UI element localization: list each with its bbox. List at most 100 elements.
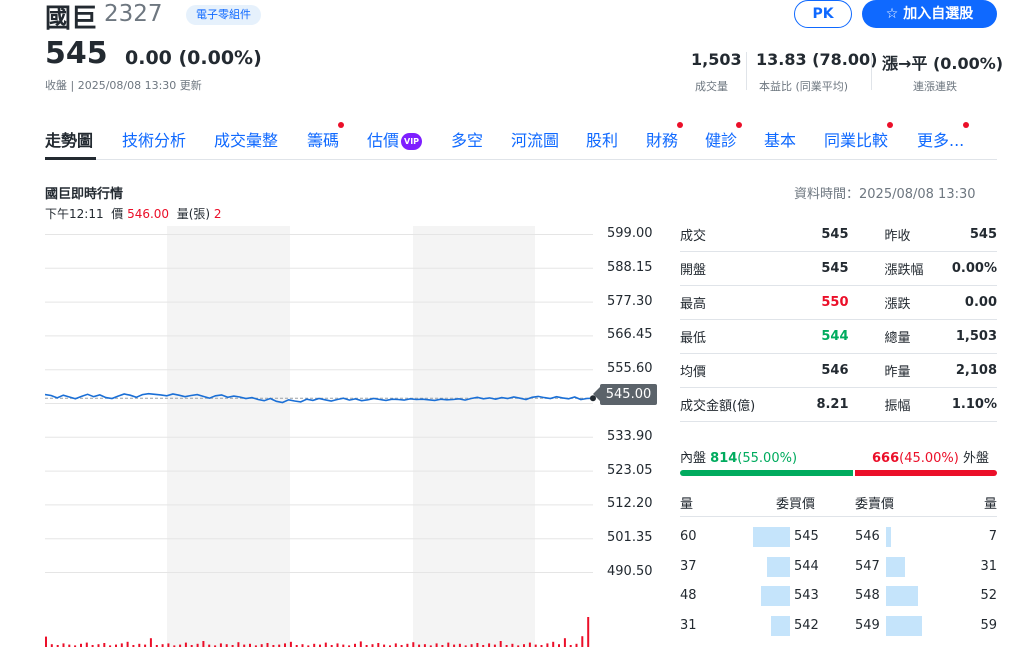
- bid-volume: 31: [680, 618, 697, 633]
- tab-health[interactable]: 健診: [705, 122, 743, 151]
- inner-pct: (55.00%): [737, 451, 798, 466]
- stat-streak-value: 漲→平 (0.00%): [882, 54, 1004, 73]
- tab-dividend[interactable]: 股利: [586, 127, 618, 151]
- section-title: 國巨即時行情: [45, 187, 124, 202]
- volume-bar: [289, 641, 292, 647]
- tab-label: 基本: [764, 131, 797, 150]
- volume-bar: [324, 642, 327, 647]
- bid-depth-bar: [753, 527, 790, 547]
- volume-bar: [552, 641, 555, 647]
- volume-bar: [62, 643, 65, 647]
- ask-volume: 52: [980, 588, 997, 603]
- price-tick: 501.35: [607, 530, 653, 546]
- quote-label: 成交金額(億): [680, 387, 777, 422]
- quote-row: 最高 550 漲跌 0.00: [680, 285, 997, 320]
- category-tag[interactable]: 電子零組件: [186, 5, 261, 25]
- ask-price[interactable]: 548: [855, 588, 880, 603]
- price-tick: 577.30: [607, 293, 653, 309]
- inner-ratio-bar: [680, 470, 853, 476]
- data-time: 資料時間：2025/08/08 13:30: [794, 187, 976, 202]
- tab-river-chart[interactable]: 河流圖: [511, 127, 559, 151]
- ask-price-header: 委賣價: [855, 497, 895, 512]
- stat-volume-label: 成交量: [695, 80, 728, 93]
- quote-table: 成交 545 昨收 545 開盤 545 漲跌幅 0.00% 最高 550 漲跌 0.00 最低 544 總…: [680, 218, 997, 422]
- tab-bar: 走勢圖 技術分析 成交彙整 籌碼 估價 VIP 多空 河流圖 股利 財務 健診 基…: [45, 122, 997, 160]
- quote-label: 均價: [680, 353, 777, 388]
- quote-label: 漲跌幅: [884, 251, 952, 286]
- tab-more[interactable]: 更多...: [917, 122, 970, 151]
- volume-bar: [103, 643, 106, 647]
- ask-depth-bar: [886, 586, 918, 606]
- stock-name: 國巨: [45, 4, 98, 34]
- quote-row: 成交金額(億) 8.21 振幅 1.10%: [680, 387, 997, 422]
- tab-peer-compare[interactable]: 同業比較: [824, 122, 894, 151]
- volume-bar: [546, 643, 549, 647]
- volume-bar: [149, 638, 152, 647]
- stat-divider: [746, 52, 747, 90]
- hover-time: 下午12:11: [45, 207, 104, 221]
- hour-band: [535, 226, 593, 647]
- ask-volume: 31: [980, 559, 997, 574]
- hour-band: [45, 226, 167, 647]
- new-dot: [338, 122, 345, 128]
- last-price-label: 545.00: [593, 384, 657, 405]
- ask-volume: 59: [980, 618, 997, 633]
- bid-vol-header: 量: [680, 497, 694, 512]
- quote-label: 開盤: [680, 251, 777, 286]
- tab-label: 技術分析: [122, 131, 187, 150]
- quote-row: 均價 546 昨量 2,108: [680, 353, 997, 388]
- quote-value: 8.21: [776, 387, 885, 422]
- ask-price[interactable]: 547: [855, 559, 880, 574]
- pk-button[interactable]: PK: [794, 0, 852, 28]
- volume-bar: [394, 643, 397, 647]
- tab-summary[interactable]: 成交彙整: [214, 127, 278, 151]
- bid-price[interactable]: 543: [794, 588, 819, 603]
- volume-bar: [266, 643, 269, 647]
- volume-bar: [476, 643, 479, 647]
- bid-price[interactable]: 545: [794, 529, 819, 544]
- ask-price[interactable]: 549: [855, 618, 880, 633]
- bid-price[interactable]: 544: [794, 559, 819, 574]
- price-tick: 555.60: [607, 361, 653, 377]
- orderbook-divider: [680, 516, 997, 517]
- quote-value: 2,108: [951, 353, 997, 388]
- price-tick: 512.20: [607, 496, 653, 512]
- add-watchlist-button[interactable]: ☆ 加入自選股: [862, 0, 997, 28]
- ask-vol-header: 量: [984, 497, 998, 512]
- ask-volume: 7: [988, 529, 997, 544]
- bid-price[interactable]: 542: [794, 618, 819, 633]
- tab-valuation[interactable]: 估價 VIP: [367, 127, 423, 151]
- quote-label: 總量: [884, 319, 952, 354]
- bid-depth-bar: [767, 557, 790, 577]
- quote-row: 最低 544 總量 1,503: [680, 319, 997, 354]
- price-tick: 523.05: [607, 462, 653, 478]
- quote-value: 545: [776, 218, 885, 252]
- hover-price-label: 價: [111, 207, 124, 221]
- tab-label: 籌碼: [307, 131, 340, 150]
- ask-depth-bar: [886, 616, 922, 636]
- hour-band: [413, 226, 535, 647]
- tab-basic[interactable]: 基本: [764, 127, 796, 151]
- new-dot: [963, 122, 970, 128]
- tab-trend[interactable]: 走勢圖: [45, 127, 93, 151]
- price-tick: 533.90: [607, 428, 653, 444]
- intraday-chart[interactable]: [45, 226, 615, 647]
- tab-chips[interactable]: 籌碼: [307, 122, 345, 151]
- tab-technical[interactable]: 技術分析: [122, 127, 186, 151]
- volume-bar: [336, 643, 339, 647]
- tab-finance[interactable]: 財務: [646, 122, 684, 151]
- bid-volume: 60: [680, 529, 697, 544]
- tab-label: 走勢圖: [45, 131, 94, 150]
- ask-depth-bar: [886, 527, 891, 547]
- volume-bar: [184, 642, 187, 647]
- volume-bar: [45, 636, 47, 647]
- volume-bar: [167, 643, 170, 647]
- tab-label: 健診: [705, 131, 738, 150]
- quote-label: 最低: [680, 319, 777, 354]
- volume-bar: [126, 641, 129, 647]
- tab-long-short[interactable]: 多空: [451, 127, 483, 151]
- outer-value: 666: [872, 451, 900, 466]
- ask-price[interactable]: 546: [855, 529, 880, 544]
- tab-label: 股利: [586, 131, 619, 150]
- price-tick: 588.15: [607, 259, 653, 275]
